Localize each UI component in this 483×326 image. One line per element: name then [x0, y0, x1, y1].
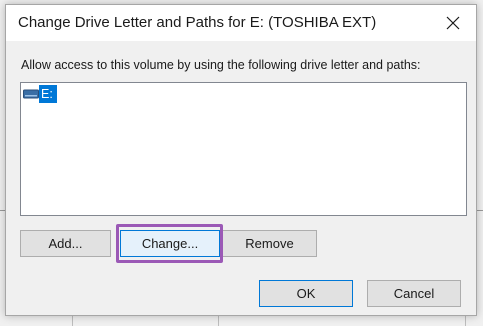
close-icon — [446, 16, 460, 30]
dialog-prompt: Allow access to this volume by using the… — [21, 58, 421, 72]
drive-paths-list[interactable]: E: — [20, 82, 467, 216]
list-item-label: E: — [39, 85, 57, 103]
background-divider — [72, 316, 73, 326]
close-button[interactable] — [430, 5, 476, 41]
add-button[interactable]: Add... — [20, 230, 111, 257]
drive-icon — [23, 85, 39, 103]
background-divider — [218, 316, 219, 326]
ok-button[interactable]: OK — [259, 280, 353, 307]
remove-button[interactable]: Remove — [222, 230, 317, 257]
list-item[interactable]: E: — [23, 85, 57, 103]
background-divider — [465, 316, 466, 326]
cancel-button[interactable]: Cancel — [367, 280, 461, 307]
dialog-title: Change Drive Letter and Paths for E: (TO… — [18, 14, 377, 31]
dialog-titlebar: Change Drive Letter and Paths for E: (TO… — [6, 5, 476, 41]
change-drive-letter-dialog: Change Drive Letter and Paths for E: (TO… — [5, 4, 477, 316]
change-button-highlight — [116, 224, 223, 263]
